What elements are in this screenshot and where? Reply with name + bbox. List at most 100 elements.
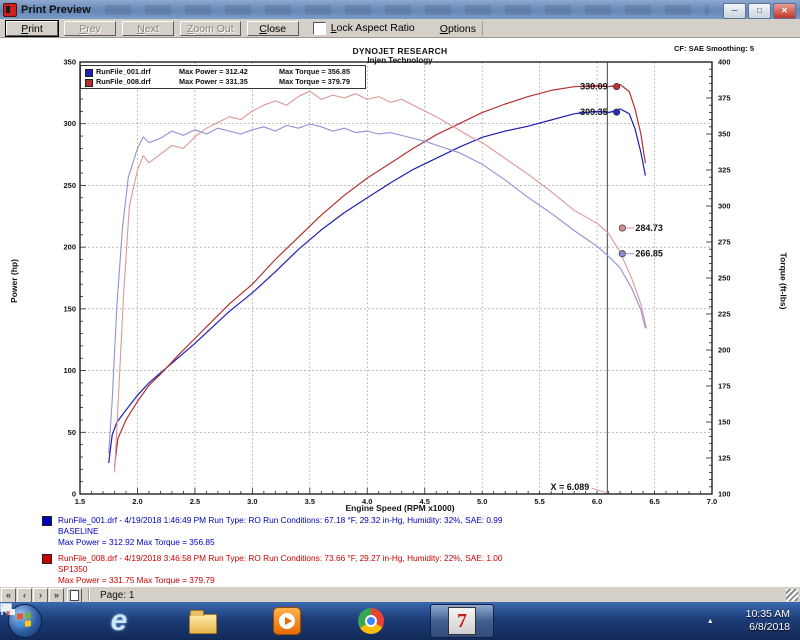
- svg-text:50: 50: [68, 428, 76, 437]
- run-header-line: RunFile_008.drf - 4/19/2018 3:46:58 PM R…: [58, 553, 503, 564]
- page-layout-button[interactable]: [67, 588, 82, 603]
- windows-flag-icon: [17, 612, 31, 627]
- maximize-button[interactable]: □: [748, 3, 771, 19]
- run-tag-line: SP1350: [58, 564, 503, 575]
- titlebar: Print Preview ─□✕: [0, 0, 800, 20]
- window-controls: ─□✕: [723, 0, 800, 19]
- svg-text:0: 0: [72, 490, 76, 499]
- taskbar-item-media-player[interactable]: [272, 606, 302, 636]
- svg-text:325: 325: [718, 166, 731, 175]
- taskbar-item-chrome[interactable]: [356, 606, 386, 636]
- svg-text:200: 200: [63, 243, 76, 252]
- taskbar-item-internet-explorer[interactable]: e: [104, 606, 134, 636]
- svg-text:300: 300: [718, 202, 731, 211]
- svg-text:x: x: [6, 609, 11, 617]
- legend-max-power: Max Power = 312.42: [179, 67, 248, 76]
- legend-swatch: [85, 69, 93, 77]
- chrome-icon: [358, 608, 384, 634]
- svg-text:100: 100: [63, 366, 76, 375]
- toolbar: Print Prev Next Zoom Out Close Lock Aspect R…: [0, 19, 800, 38]
- minimize-button[interactable]: ─: [723, 3, 746, 19]
- callout-266.85: 266.85: [635, 249, 663, 259]
- svg-text:250: 250: [63, 181, 76, 190]
- taskbar-item-dyno-app-active[interactable]: 7: [430, 604, 494, 638]
- run-swatch: [42, 554, 52, 564]
- svg-text:175: 175: [718, 382, 731, 391]
- svg-text:350: 350: [63, 58, 76, 67]
- page-number-label: Page: 1: [100, 590, 134, 601]
- run-info-2: RunFile_008.drf - 4/19/2018 3:46:58 PM R…: [42, 553, 503, 586]
- resize-grip[interactable]: [786, 589, 798, 601]
- svg-text:7.0: 7.0: [707, 497, 717, 506]
- svg-text:6.5: 6.5: [649, 497, 659, 506]
- legend-file: RunFile_008.drf: [96, 77, 151, 86]
- tray-expand-chevron[interactable]: ▲: [707, 618, 714, 625]
- run-tag-line: BASELINE: [58, 526, 503, 537]
- close-button[interactable]: Close: [247, 21, 299, 36]
- curve-runfile_001-torque: [109, 124, 646, 454]
- zoom-out-button: Zoom Out: [180, 21, 241, 36]
- svg-text:275: 275: [718, 238, 731, 247]
- left-axis-title: Power (hp): [9, 259, 19, 303]
- run-max-line: Max Power = 312.92 Max Torque = 356.85: [58, 537, 503, 548]
- next-button: Next: [122, 21, 174, 36]
- lock-aspect-ratio-checkbox-group[interactable]: Lock Aspect Ratio: [313, 22, 415, 35]
- svg-text:250: 250: [718, 274, 731, 283]
- callout-284.73: 284.73: [635, 223, 663, 233]
- svg-text:150: 150: [63, 304, 76, 313]
- last-page-button[interactable]: »: [49, 588, 64, 603]
- run-swatch: [42, 516, 52, 526]
- window-title: Print Preview: [21, 4, 91, 16]
- callout-marker[interactable]: [619, 251, 625, 257]
- dyno-app-icon: 7: [448, 607, 476, 635]
- legend-row-2: RunFile_008.drf Max Power = 331.35 Max Tor…: [81, 77, 365, 87]
- svg-text:350: 350: [718, 130, 731, 139]
- svg-text:2.5: 2.5: [190, 497, 200, 506]
- page-icon: [70, 590, 79, 601]
- run-info-1: RunFile_001.drf - 4/19/2018 1:46:49 PM R…: [42, 515, 503, 548]
- legend-max-torque: Max Torque = 379.79: [279, 77, 350, 86]
- chart-legend: RunFile_001.drf Max Power = 312.42 Max Tor…: [80, 65, 366, 89]
- legend-row-1: RunFile_001.drf Max Power = 312.42 Max Tor…: [81, 67, 365, 77]
- folder-icon: [189, 614, 217, 634]
- legend-max-power: Max Power = 331.35: [179, 77, 248, 86]
- svg-text:125: 125: [718, 454, 731, 463]
- curve-runfile_001-power: [109, 109, 646, 463]
- callout-marker[interactable]: [613, 109, 619, 115]
- app-icon: [3, 3, 17, 17]
- right-axis-title: Torque (ft-lbs): [779, 253, 789, 310]
- taskbar-item-explorer[interactable]: [188, 606, 218, 636]
- callout-marker[interactable]: [613, 83, 619, 89]
- options-button[interactable]: Options: [433, 21, 483, 36]
- print-preview-page: DYNOJET RESEARCH Injen Technology CF: SA…: [0, 38, 800, 586]
- x-axis-title: Engine Speed (RPM x1000): [250, 503, 550, 513]
- run-header-line: RunFile_001.drf - 4/19/2018 1:46:49 PM R…: [58, 515, 503, 526]
- svg-text:6.0: 6.0: [592, 497, 602, 506]
- run-info-block: RunFile_001.drf - 4/19/2018 1:46:49 PM R…: [42, 515, 503, 586]
- callout-marker[interactable]: [619, 225, 625, 231]
- print-button[interactable]: Print: [6, 21, 58, 36]
- clock-date: 6/8/2018: [746, 621, 790, 634]
- svg-text:1.5: 1.5: [75, 497, 85, 506]
- internet-explorer-icon: e: [111, 607, 128, 635]
- cursor-readout: X = 6.089: [551, 482, 590, 492]
- lock-aspect-ratio-checkbox[interactable]: [313, 22, 326, 35]
- svg-text:225: 225: [718, 310, 731, 319]
- first-page-button[interactable]: «: [1, 588, 16, 603]
- svg-text:200: 200: [718, 346, 731, 355]
- taskbar-clock[interactable]: 10:35 AM 6/8/2018: [746, 608, 790, 634]
- taskbar: e 7 ▲ x 10:35 AM 6/8/2018: [0, 602, 800, 640]
- statusbar-divider: [88, 589, 90, 601]
- callout-309.35: 309.35: [580, 107, 608, 117]
- next-page-button[interactable]: ›: [33, 588, 48, 603]
- print-preview-window: Print Preview ─□✕ Print Prev Next Zoom Out C…: [0, 0, 800, 640]
- legend-file: RunFile_001.drf: [96, 67, 151, 76]
- statusbar: «‹›» Page: 1: [0, 586, 800, 603]
- svg-text:375: 375: [718, 94, 731, 103]
- svg-text:300: 300: [63, 119, 76, 128]
- close-button[interactable]: ✕: [773, 3, 796, 19]
- prev-button: Prev: [64, 21, 116, 36]
- media-player-icon: [273, 607, 301, 635]
- legend-max-torque: Max Torque = 356.85: [279, 67, 350, 76]
- prev-page-button[interactable]: ‹: [17, 588, 32, 603]
